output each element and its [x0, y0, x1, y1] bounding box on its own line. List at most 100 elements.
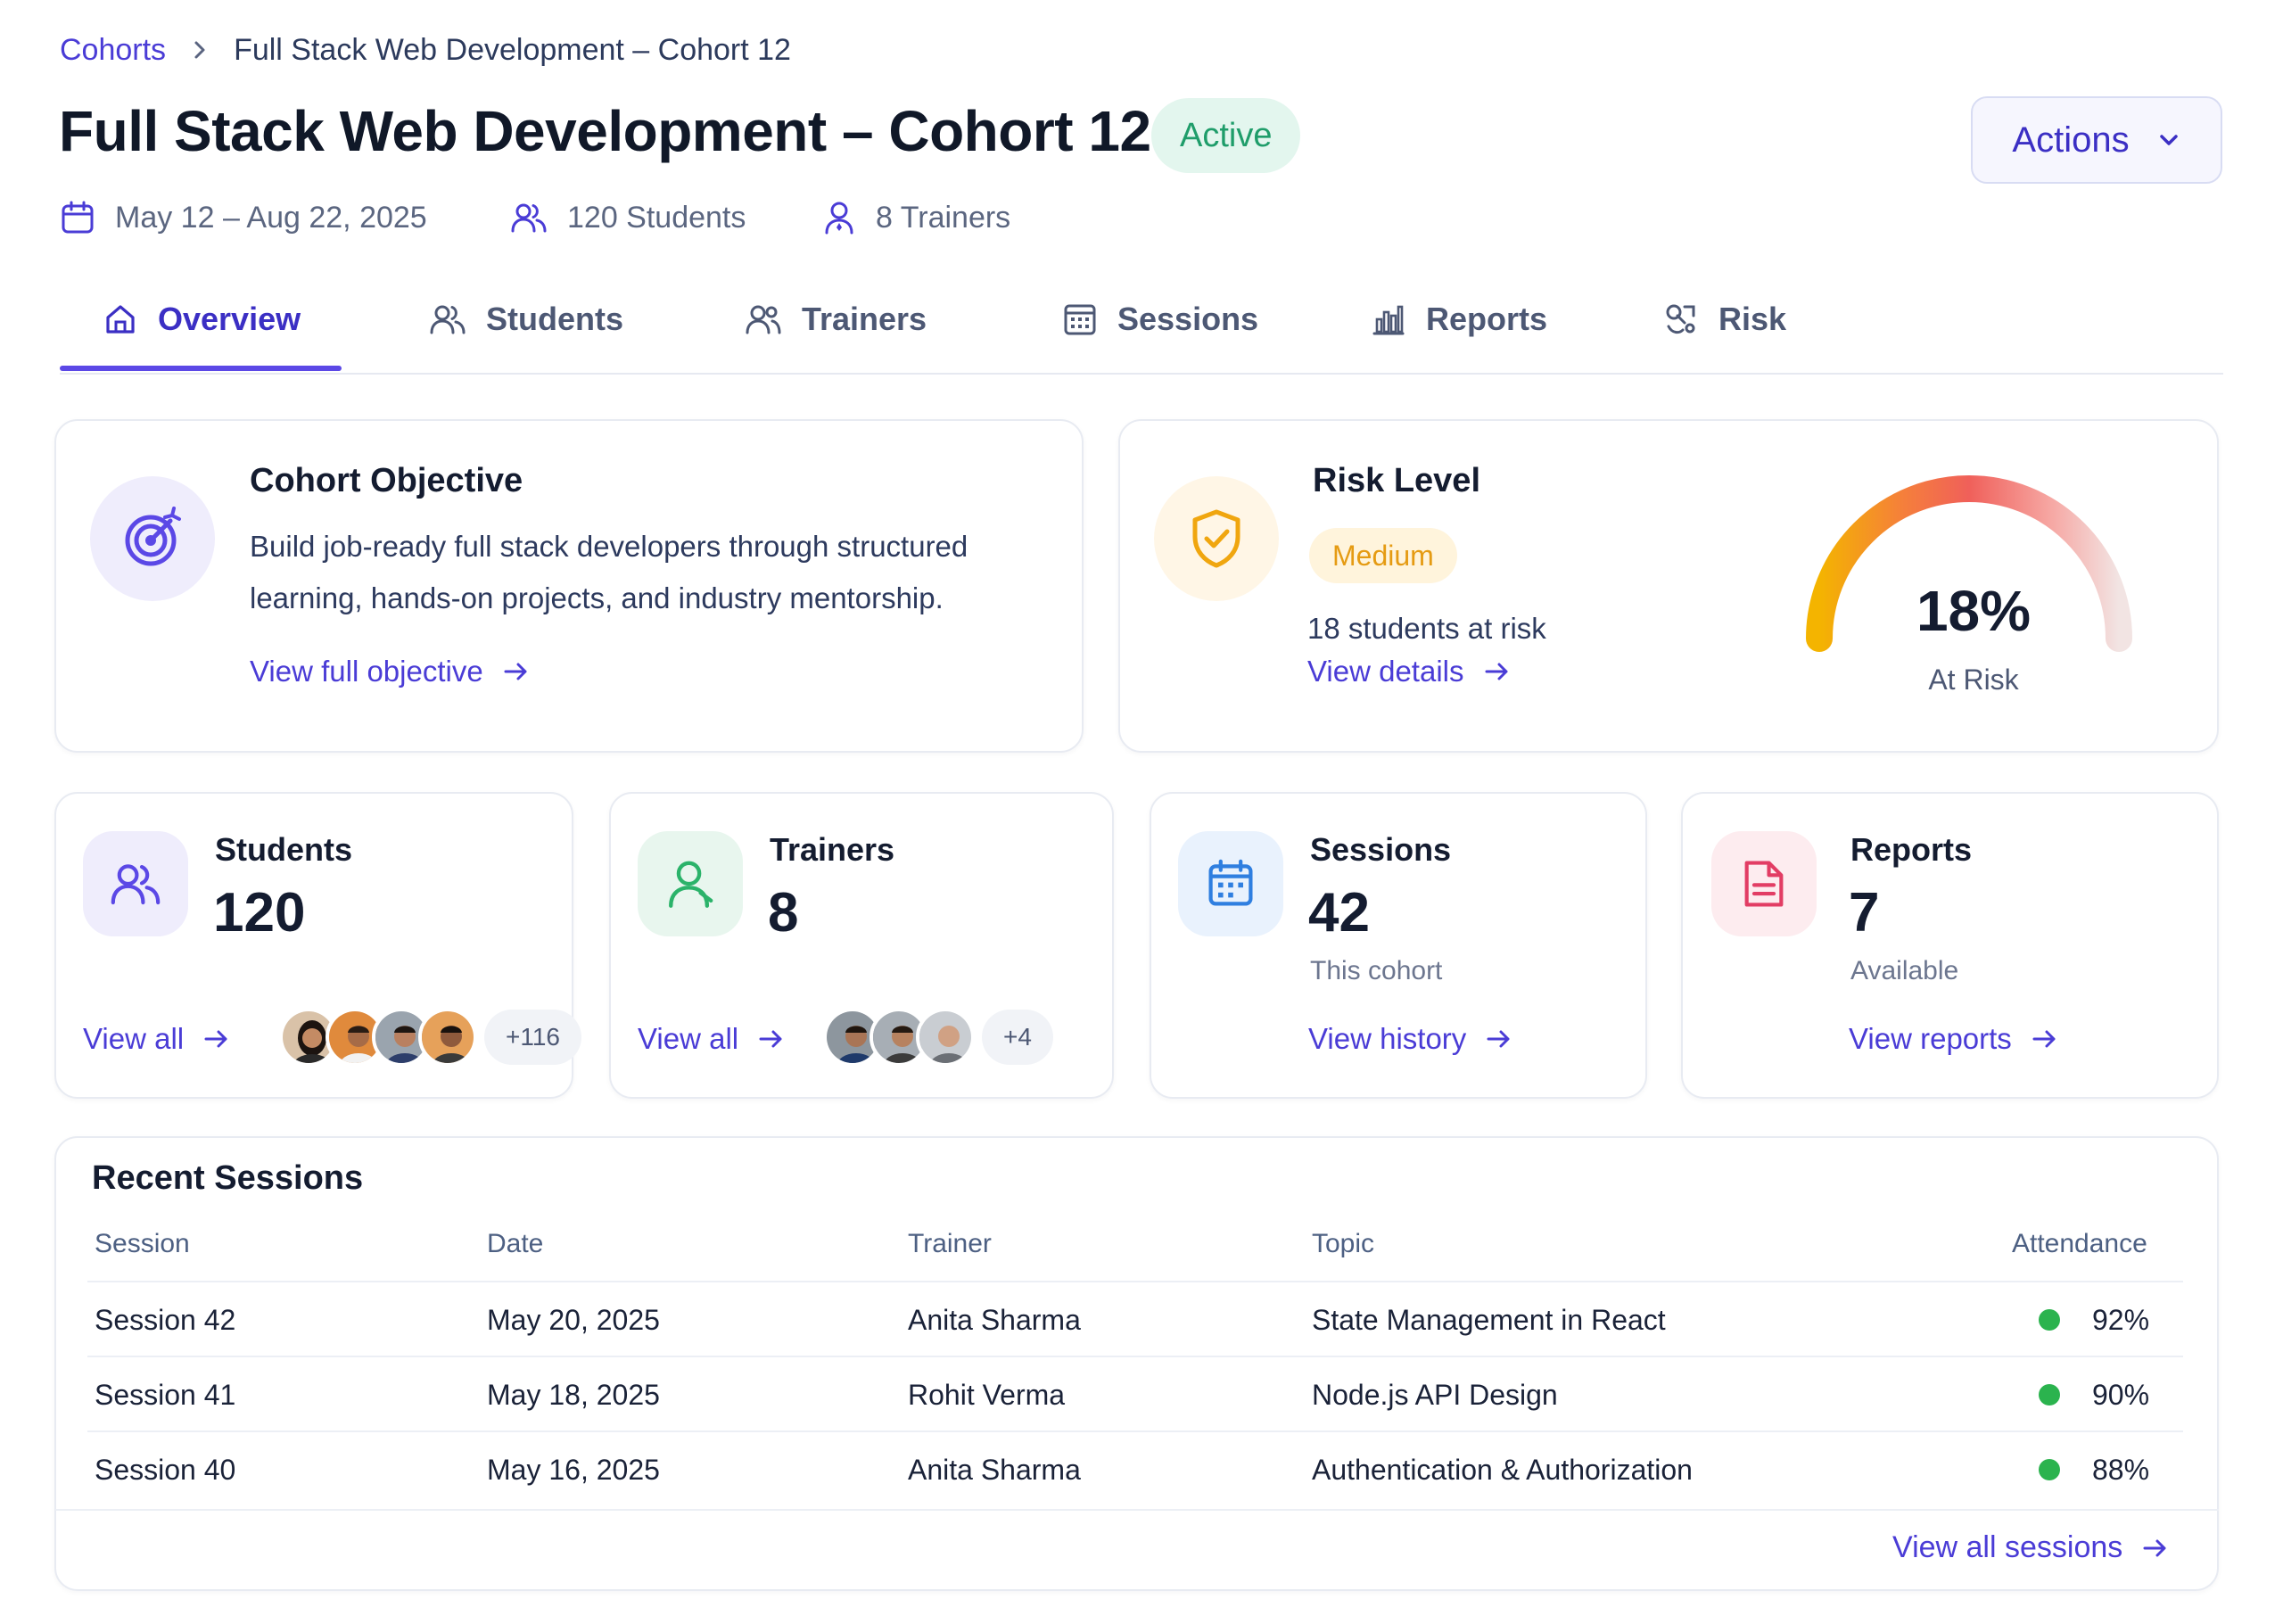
users-icon: [510, 200, 548, 235]
view-details-link[interactable]: View details: [1307, 655, 1511, 688]
view-reports-link[interactable]: View reports: [1849, 1022, 2058, 1056]
view-history-link[interactable]: View history: [1308, 1022, 1512, 1056]
arrow-right-icon: [1486, 1028, 1512, 1050]
target-icon: [90, 476, 215, 601]
tab-trainers[interactable]: Trainers: [745, 264, 927, 375]
tab-sessions[interactable]: Sessions: [1062, 264, 1258, 375]
tab-label: Sessions: [1117, 301, 1259, 337]
cohort-dates: May 12 – Aug 22, 2025: [115, 200, 427, 235]
view-all-sessions-link[interactable]: View all sessions: [1892, 1530, 2169, 1565]
stat-subtext: Available: [1850, 956, 1959, 985]
students-count: 120 Students: [567, 200, 746, 235]
arrow-right-icon: [1484, 661, 1511, 682]
status-dot: [2039, 1459, 2060, 1480]
stat-value: 42: [1308, 882, 1370, 944]
stat-value: 120: [213, 882, 306, 944]
trainer-cell: Anita Sharma: [908, 1453, 1081, 1486]
actions-button[interactable]: Actions: [1971, 96, 2222, 184]
tab-bar: Overview Students Trainers Sessions Repo…: [60, 264, 2223, 375]
tab-risk[interactable]: Risk: [1663, 264, 1786, 375]
students-at-risk: 18 students at risk: [1307, 612, 1546, 645]
column-header-topic: Topic: [1312, 1229, 1375, 1258]
arrow-right-icon: [758, 1028, 785, 1050]
trainer-icon: [822, 200, 856, 235]
trainers-count: 8 Trainers: [876, 200, 1011, 235]
stat-value: 7: [1849, 882, 1880, 944]
column-header-date: Date: [487, 1229, 544, 1258]
arrow-right-icon: [503, 661, 530, 682]
arrow-right-icon: [2142, 1537, 2169, 1559]
bar-chart-icon: [1371, 301, 1406, 337]
objective-line-1: Build job-ready full stack developers th…: [250, 530, 968, 563]
objective-line-2: learning, hands-on projects, and industr…: [250, 581, 944, 614]
active-tab-indicator: [60, 366, 342, 371]
shield-check-icon: [1154, 476, 1279, 601]
table-row[interactable]: Session 40 May 16, 2025 Anita Sharma Aut…: [87, 1430, 2183, 1505]
reports-stat-card: Reports 7 Available View reports: [1681, 792, 2219, 1099]
chevron-right-icon: [191, 39, 209, 61]
stat-title: Students: [215, 831, 353, 868]
stat-title: Trainers: [770, 831, 895, 868]
topic-cell: Node.js API Design: [1312, 1378, 1558, 1411]
date-cell: May 20, 2025: [487, 1303, 660, 1336]
chevron-down-icon: [2156, 131, 2181, 149]
table-row[interactable]: Session 42 May 20, 2025 Anita Sharma Sta…: [87, 1281, 2183, 1356]
column-header-trainer: Trainer: [908, 1229, 992, 1258]
link-label: View history: [1308, 1022, 1467, 1055]
tab-reports[interactable]: Reports: [1371, 264, 1547, 375]
table-row[interactable]: Session 41 May 18, 2025 Rohit Verma Node…: [87, 1356, 2183, 1430]
tab-overview[interactable]: Overview: [103, 264, 301, 375]
date-cell: May 16, 2025: [487, 1453, 660, 1486]
gauge-caption: At Risk: [1928, 664, 2019, 696]
stat-subtext: This cohort: [1310, 956, 1443, 985]
document-icon: [1711, 831, 1817, 936]
student-avatars[interactable]: +116: [279, 1008, 581, 1067]
tab-label: Overview: [158, 301, 301, 337]
session-cell: Session 40: [95, 1453, 236, 1486]
status-badge: Active: [1151, 98, 1301, 173]
risk-level-card: Risk Level Medium 18 students at risk Vi…: [1118, 419, 2219, 753]
risk-percent: 18%: [1916, 579, 2032, 643]
arrow-right-icon: [2032, 1028, 2058, 1050]
stat-title: Reports: [1850, 831, 1973, 868]
tab-label: Reports: [1426, 301, 1548, 337]
students-stat-card: Students 120 View all +116: [54, 792, 581, 1099]
tab-label: Students: [486, 301, 624, 337]
divider: [55, 1509, 2219, 1511]
calendar-grid-icon: [1062, 301, 1098, 337]
view-full-objective-link[interactable]: View full objective: [250, 655, 530, 688]
objective-title: Cohort Objective: [250, 462, 523, 499]
calendar-icon: [1178, 831, 1283, 936]
link-label: View all sessions: [1892, 1530, 2123, 1564]
session-cell: Session 42: [95, 1303, 236, 1336]
trainer-icon: [638, 831, 743, 936]
recent-sessions-title: Recent Sessions: [92, 1159, 364, 1197]
link-label: View all: [638, 1022, 739, 1055]
attendance-value: 90%: [2092, 1378, 2150, 1411]
trainer-avatars[interactable]: +4: [823, 1008, 1053, 1067]
status-dot: [2039, 1384, 2060, 1406]
cohort-objective-card: Cohort Objective Build job-ready full st…: [54, 419, 1084, 753]
trainers-view-all-link[interactable]: View all: [638, 1022, 785, 1056]
arrow-right-icon: [203, 1028, 230, 1050]
breadcrumb-cohorts-link[interactable]: Cohorts: [60, 33, 166, 68]
attendance-cell: 92%: [2039, 1282, 2149, 1357]
users-icon: [429, 301, 466, 337]
actions-label: Actions: [2012, 120, 2130, 160]
topic-cell: Authentication & Authorization: [1312, 1453, 1693, 1486]
more-students-count: +116: [484, 1010, 581, 1065]
trainers-icon: [745, 301, 782, 337]
tab-students[interactable]: Students: [429, 264, 623, 375]
tab-label: Risk: [1718, 301, 1787, 337]
avatar: [916, 1008, 975, 1067]
column-header-attendance: Attendance: [2012, 1229, 2147, 1258]
trainer-cell: Rohit Verma: [908, 1378, 1066, 1411]
link-label: View reports: [1849, 1022, 2012, 1055]
breadcrumb: Cohorts Full Stack Web Development – Coh…: [60, 29, 791, 71]
attendance-cell: 90%: [2039, 1357, 2149, 1432]
students-view-all-link[interactable]: View all: [83, 1022, 230, 1056]
link-label: View all: [83, 1022, 185, 1055]
session-cell: Session 41: [95, 1378, 236, 1411]
stat-title: Sessions: [1310, 831, 1452, 868]
attendance-value: 88%: [2092, 1453, 2150, 1486]
